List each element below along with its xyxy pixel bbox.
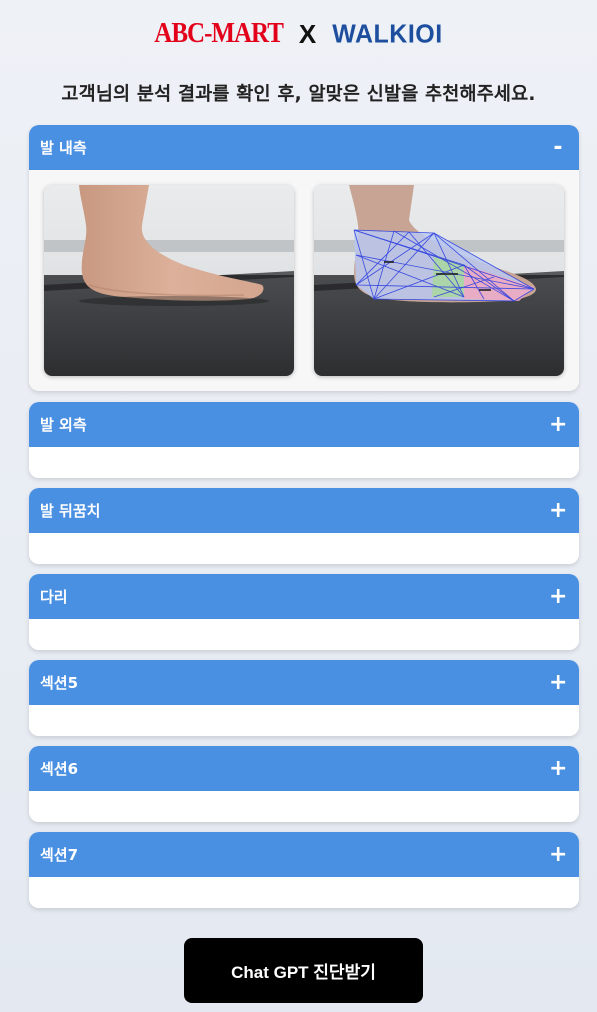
expand-icon[interactable]: + <box>549 499 567 522</box>
brand-header: ABC-MART X WALKIOI <box>0 14 597 54</box>
accordion-header-7[interactable]: 섹션7 + <box>29 832 579 877</box>
accordion-section-foot-outer: 발 외측 + <box>29 402 579 478</box>
accordion-header-foot-inner[interactable]: 발 내측 - <box>29 125 579 170</box>
chatgpt-diagnosis-button[interactable]: Chat GPT 진단받기 <box>184 938 423 1003</box>
accordion-section-7: 섹션7 + <box>29 832 579 908</box>
section-title: 발 외측 <box>40 416 87 434</box>
accordion-body <box>29 705 579 736</box>
expand-icon[interactable]: + <box>549 843 567 866</box>
section-title: 다리 <box>40 588 68 606</box>
section-title: 발 뒤꿈치 <box>40 502 101 520</box>
accordion-header-foot-outer[interactable]: 발 외측 + <box>29 402 579 447</box>
page-headline: 고객님의 분석 결과를 확인 후, 알맞은 신발을 추천해주세요. <box>61 84 536 105</box>
accordion-header-6[interactable]: 섹션6 + <box>29 746 579 791</box>
accordion-section-5: 섹션5 + <box>29 660 579 736</box>
accordion-body <box>29 619 579 650</box>
expand-icon[interactable]: + <box>549 671 567 694</box>
foot-inner-analysis-photo[interactable] <box>314 185 564 376</box>
photo-row <box>29 170 579 391</box>
section-title: 발 내측 <box>40 139 87 157</box>
expand-icon[interactable]: + <box>549 757 567 780</box>
foot-photo-image <box>44 185 294 376</box>
accordion-body <box>29 877 579 908</box>
accordion-section-heel: 발 뒤꿈치 + <box>29 488 579 564</box>
accordion-section-6: 섹션6 + <box>29 746 579 822</box>
accordion-header-leg[interactable]: 다리 + <box>29 574 579 619</box>
abc-mart-logo: ABC-MART <box>154 17 284 49</box>
accordion-body <box>29 447 579 478</box>
walkioi-logo: WALKIOI <box>332 18 443 49</box>
expand-icon[interactable]: + <box>549 413 567 436</box>
foot-inner-photo[interactable] <box>44 185 294 376</box>
accordion-body <box>29 533 579 564</box>
foot-analysis-image <box>314 185 564 376</box>
section-title: 섹션5 <box>40 674 79 692</box>
accordion-section-foot-inner: 발 내측 - <box>29 125 579 391</box>
accordion-header-heel[interactable]: 발 뒤꿈치 + <box>29 488 579 533</box>
collab-separator: X <box>298 18 317 49</box>
section-title: 섹션7 <box>40 846 79 864</box>
collapse-icon[interactable]: - <box>549 136 567 159</box>
accordion-section-leg: 다리 + <box>29 574 579 650</box>
accordion-header-5[interactable]: 섹션5 + <box>29 660 579 705</box>
accordion-body <box>29 791 579 822</box>
expand-icon[interactable]: + <box>549 585 567 608</box>
section-title: 섹션6 <box>40 760 79 778</box>
